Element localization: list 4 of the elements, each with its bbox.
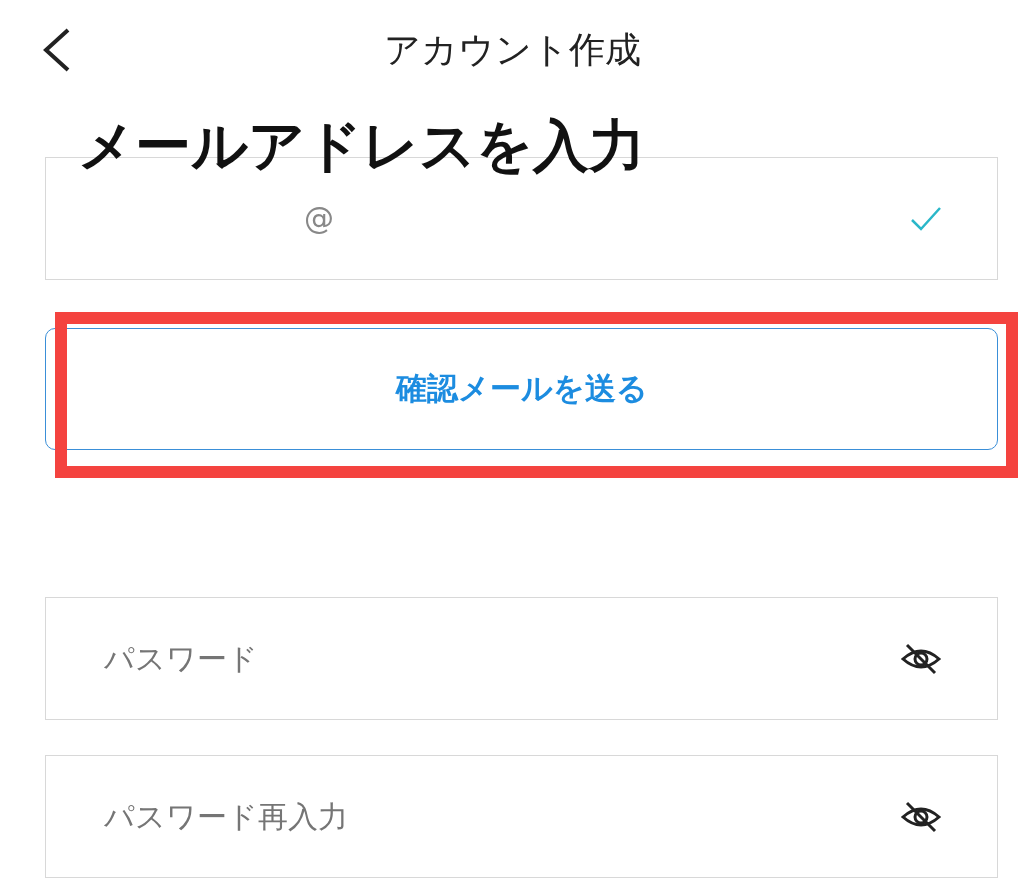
screen-title: アカウント作成 xyxy=(383,27,641,72)
send-confirmation-button[interactable]: 確認メールを送る xyxy=(45,328,998,450)
password-field[interactable]: パスワード xyxy=(45,597,998,720)
password-field[interactable]: パスワード再入力 xyxy=(45,755,998,878)
